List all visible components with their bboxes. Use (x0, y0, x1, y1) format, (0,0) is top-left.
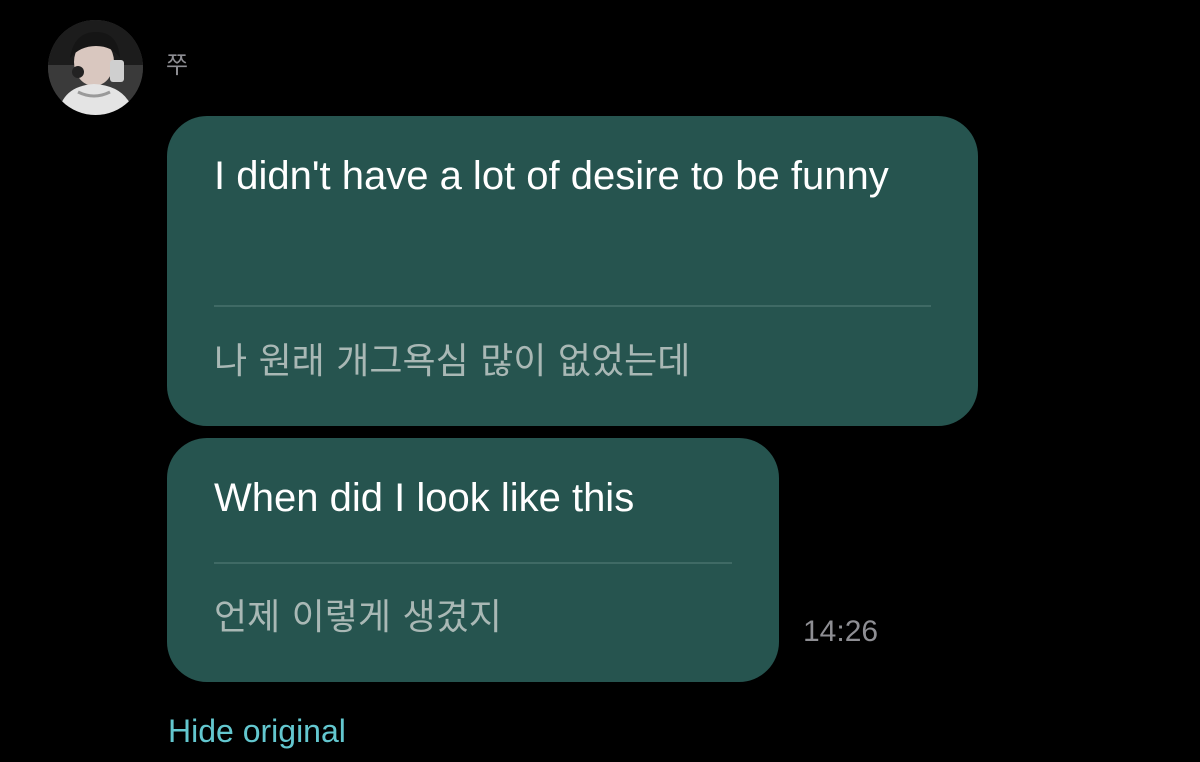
original-text: 나 원래 개그욕심 많이 없었는데 (214, 341, 691, 382)
message-timestamp: 14:26 (803, 615, 879, 648)
message-text: I didn't have a lot of desire to be funn… (214, 154, 889, 198)
message-bubble[interactable]: I didn't have a lot of desire to be funn… (167, 116, 978, 426)
message-text: When did I look like this (214, 476, 635, 520)
sender-name: 쭈 (166, 51, 189, 79)
avatar[interactable] (48, 20, 143, 115)
original-text: 언제 이렇게 생겼지 (214, 597, 502, 638)
hide-original-link[interactable]: Hide original (168, 712, 346, 750)
translation-divider (214, 305, 931, 307)
message-bubble[interactable]: When did I look like this 언제 이렇게 생겼지 (167, 438, 779, 682)
avatar-photo-icon (48, 20, 143, 115)
translation-divider (214, 562, 732, 564)
